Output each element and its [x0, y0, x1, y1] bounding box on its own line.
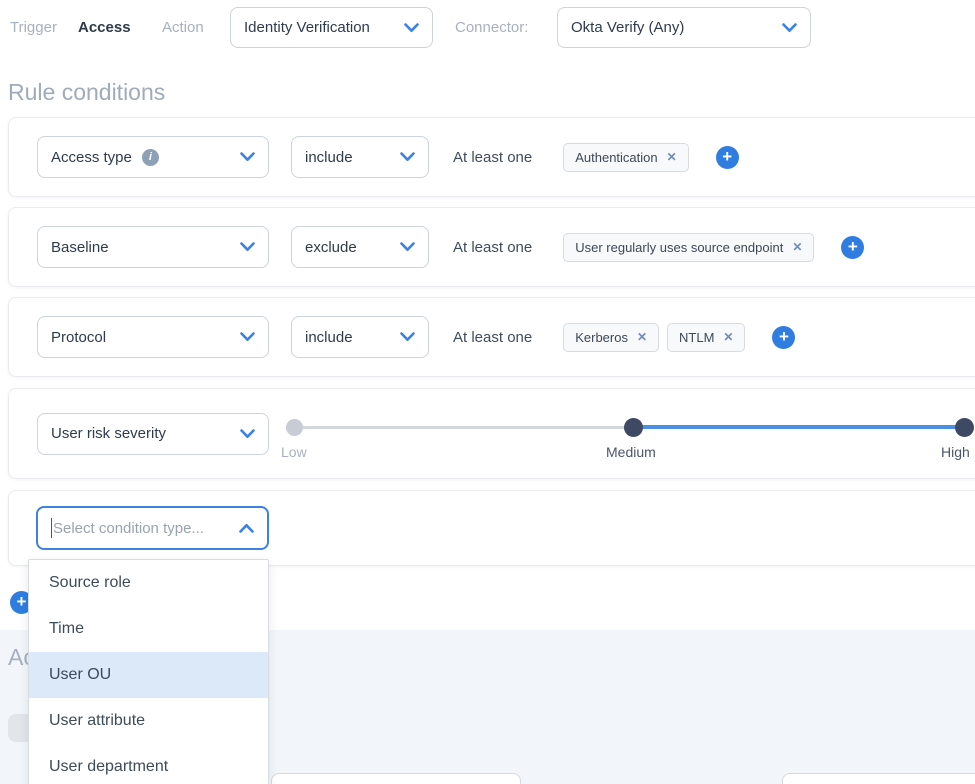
slider-handle-high[interactable] [955, 418, 974, 437]
chevron-down-icon [404, 23, 419, 33]
menu-item-label: User OU [49, 666, 111, 684]
tab-access[interactable]: Access [78, 19, 131, 36]
chip-remove-icon[interactable]: ✕ [637, 331, 647, 343]
chip-label: Authentication [575, 150, 657, 165]
condition-operator-value: include [305, 149, 353, 166]
action-field-partial[interactable] [782, 773, 975, 784]
connector-select[interactable]: Okta Verify (Any) [557, 7, 811, 48]
add-value-button[interactable]: + [772, 326, 795, 349]
condition-operator-select[interactable]: include [291, 136, 429, 178]
slider-handle-medium[interactable] [624, 418, 643, 437]
chip-label: NTLM [679, 330, 714, 345]
value-chip: Kerberos ✕ [563, 323, 659, 352]
menu-item-source-role[interactable]: Source role [29, 560, 268, 606]
condition-row-new: Select condition type... [8, 490, 975, 566]
text-cursor [51, 518, 52, 538]
slider-label-high: High [941, 444, 970, 460]
chip-list: Kerberos ✕ NTLM ✕ [563, 323, 745, 352]
slider-stop-low[interactable] [286, 419, 303, 436]
chip-list: Authentication ✕ [563, 143, 688, 172]
risk-severity-slider: Low Medium High [9, 389, 975, 478]
chevron-down-icon [400, 152, 415, 162]
condition-field-select[interactable]: Baseline [37, 226, 269, 268]
rule-conditions-title: Rule conditions [8, 79, 165, 106]
condition-operator-select[interactable]: exclude [291, 226, 429, 268]
chip-remove-icon[interactable]: ✕ [792, 241, 802, 253]
menu-item-label: User attribute [49, 712, 145, 730]
condition-operator-select[interactable]: include [291, 316, 429, 358]
condition-field-select[interactable]: Protocol [37, 316, 269, 358]
condition-row-protocol: Protocol include At least one Kerberos ✕ [8, 297, 975, 377]
condition-type-select[interactable]: Select condition type... [36, 506, 269, 550]
slider-active-range[interactable] [626, 425, 966, 429]
qualifier-text: At least one [453, 329, 532, 346]
tab-action[interactable]: Action [162, 19, 204, 36]
condition-row-baseline: Baseline exclude At least one User regul… [8, 207, 975, 287]
condition-type-menu: Source role Time User OU User attribute … [28, 559, 269, 784]
condition-operator-value: include [305, 329, 353, 346]
menu-item-user-attribute[interactable]: User attribute [29, 698, 268, 744]
add-value-button[interactable]: + [841, 236, 864, 259]
menu-item-label: User department [49, 758, 168, 776]
action-type-select[interactable]: Identity Verification [230, 7, 433, 48]
menu-item-user-ou[interactable]: User OU [29, 652, 268, 698]
trigger-label: Trigger [10, 19, 57, 36]
rule-editor-page: Trigger Access Action Identity Verificat… [0, 0, 975, 784]
chip-label: Kerberos [575, 330, 628, 345]
value-chip: NTLM ✕ [667, 323, 745, 352]
action-type-select-value: Identity Verification [244, 19, 370, 36]
menu-item-label: Source role [49, 574, 131, 592]
chevron-down-icon [400, 242, 415, 252]
condition-type-placeholder: Select condition type... [53, 520, 204, 537]
chevron-down-icon [240, 332, 255, 342]
value-chip: User regularly uses source endpoint ✕ [563, 233, 814, 262]
chevron-down-icon [400, 332, 415, 342]
chip-remove-icon[interactable]: ✕ [667, 151, 677, 163]
add-value-button[interactable]: + [716, 146, 739, 169]
menu-item-time[interactable]: Time [29, 606, 268, 652]
chip-list: User regularly uses source endpoint ✕ [563, 233, 814, 262]
menu-item-label: Time [49, 620, 84, 638]
slider-label-low: Low [281, 444, 307, 460]
slider-label-medium: Medium [606, 444, 656, 460]
menu-item-user-department[interactable]: User department [29, 744, 268, 784]
info-icon[interactable]: i [142, 149, 159, 166]
condition-field-select[interactable]: Access type i [37, 136, 269, 178]
chevron-down-icon [240, 152, 255, 162]
chip-remove-icon[interactable]: ✕ [723, 331, 733, 343]
value-chip: Authentication ✕ [563, 143, 688, 172]
connector-select-value: Okta Verify (Any) [571, 19, 684, 36]
chip-label: User regularly uses source endpoint [575, 240, 783, 255]
condition-row-access-type: Access type i include At least one Authe… [8, 117, 975, 197]
chevron-down-icon [240, 242, 255, 252]
connector-label: Connector: [455, 19, 528, 36]
chevron-up-icon [239, 523, 254, 533]
qualifier-text: At least one [453, 149, 532, 166]
condition-row-user-risk: User risk severity Low Medium High [8, 388, 975, 479]
condition-operator-value: exclude [305, 239, 357, 256]
header-bar: Trigger Access Action Identity Verificat… [0, 0, 975, 58]
condition-field-value: Baseline [51, 239, 109, 256]
action-field-partial[interactable] [271, 773, 521, 784]
qualifier-text: At least one [453, 239, 532, 256]
condition-field-value: Access type [51, 149, 132, 166]
chevron-down-icon [782, 23, 797, 33]
condition-field-value: Protocol [51, 329, 106, 346]
